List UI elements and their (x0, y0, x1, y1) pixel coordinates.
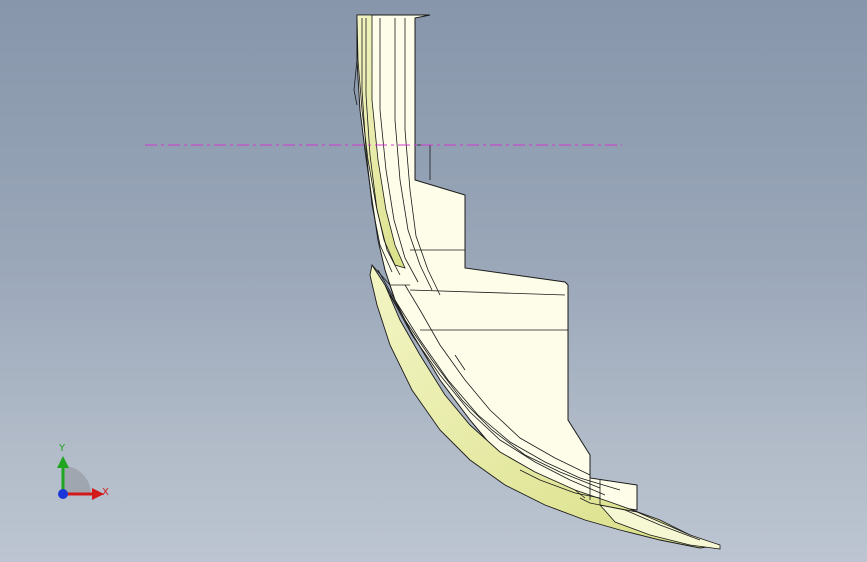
cad-viewport[interactable]: Y X (0, 0, 867, 562)
x-axis-label: X (102, 487, 109, 498)
model-canvas[interactable] (0, 0, 867, 562)
triad-graphic (57, 456, 104, 500)
coordinate-triad: Y X (44, 440, 124, 510)
y-axis-label: Y (59, 443, 66, 454)
